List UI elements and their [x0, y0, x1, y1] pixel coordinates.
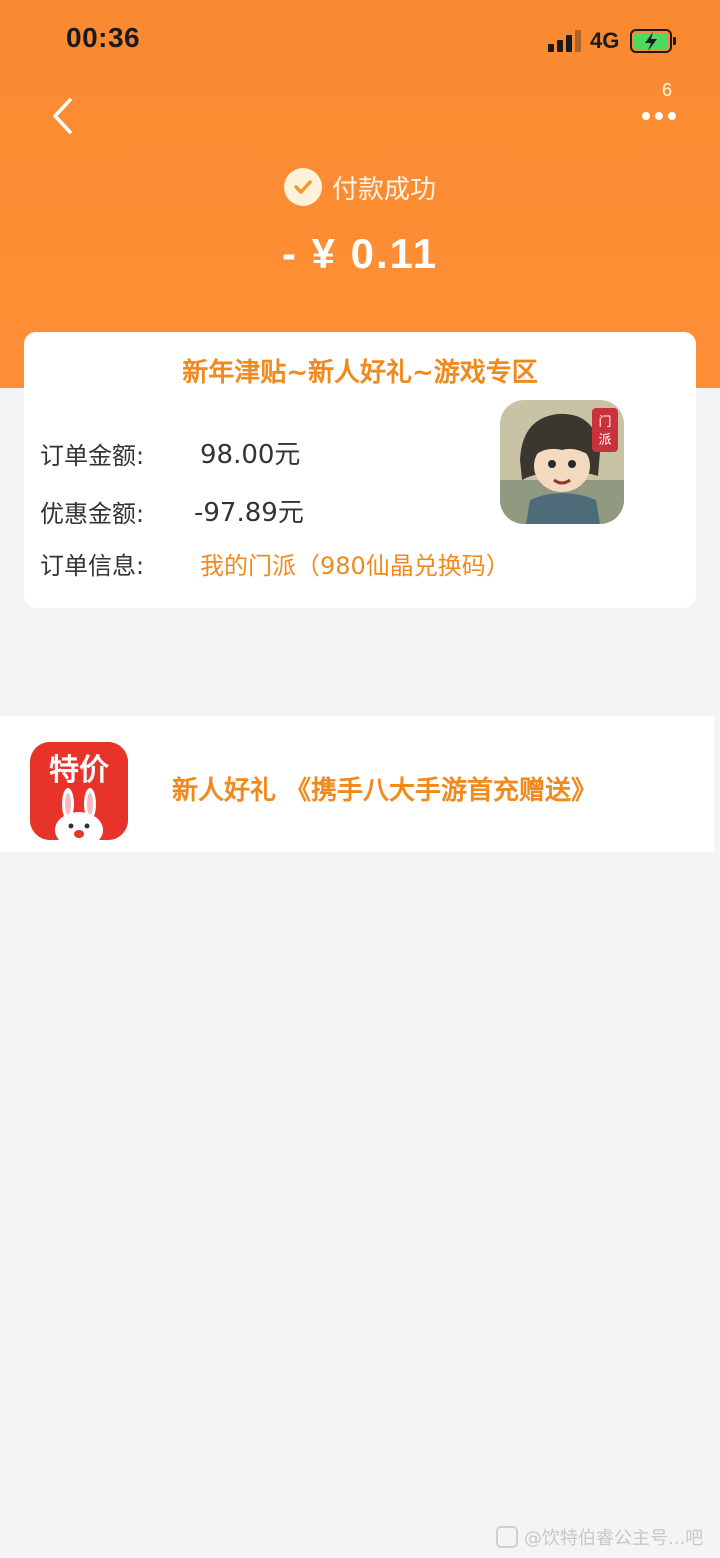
promo-banner[interactable]: 特价 新人好礼 《携手八大手游首充赠送》: [0, 716, 714, 852]
more-dots-icon: [642, 112, 676, 120]
order-amount-label: 订单金额:: [40, 442, 145, 470]
order-card-title: 新年津贴~新人好礼~游戏专区: [182, 358, 538, 388]
payment-status-text: 付款成功: [331, 174, 436, 205]
order-info-value: 我的门派（980仙晶兑换码）: [200, 552, 510, 580]
promo-text: 新人好礼 《携手八大手游首充赠送》: [172, 776, 598, 806]
promo-app-icon[interactable]: 特价: [30, 742, 128, 840]
more-button[interactable]: [636, 96, 682, 136]
payment-status: 付款成功: [0, 168, 720, 206]
watermark: @饮特伯睿公主号...吧: [496, 1524, 703, 1550]
status-time: 00:36: [66, 22, 141, 53]
watermark-logo-icon: [496, 1526, 518, 1548]
back-button[interactable]: [40, 92, 84, 140]
status-bar: 00:36 4G: [0, 0, 720, 80]
chevron-left-icon: [53, 98, 72, 134]
order-info-label: 订单信息:: [40, 552, 145, 580]
order-card: 新年津贴~新人好礼~游戏专区 订单金额: 98.00元 优惠金额: -97.89…: [24, 332, 696, 608]
payment-amount: - ¥ 0.11: [281, 230, 439, 277]
check-circle-icon: [283, 168, 322, 206]
svg-text:特价: 特价: [49, 753, 109, 788]
network-type: 4G: [590, 28, 620, 53]
watermark-text: @饮特伯睿公主号...吧: [524, 1528, 704, 1549]
game-app-icon[interactable]: 门 派: [500, 400, 624, 524]
battery-charging-icon: [630, 29, 676, 53]
signal-bars-icon: [548, 30, 581, 52]
game-icon-text-bottom: 派: [598, 433, 611, 448]
game-icon-text-top: 门: [598, 415, 611, 430]
order-amount-value: 98.00元: [200, 440, 301, 470]
discount-amount-value: -97.89元: [194, 498, 304, 528]
discount-amount-label: 优惠金额:: [40, 500, 145, 528]
